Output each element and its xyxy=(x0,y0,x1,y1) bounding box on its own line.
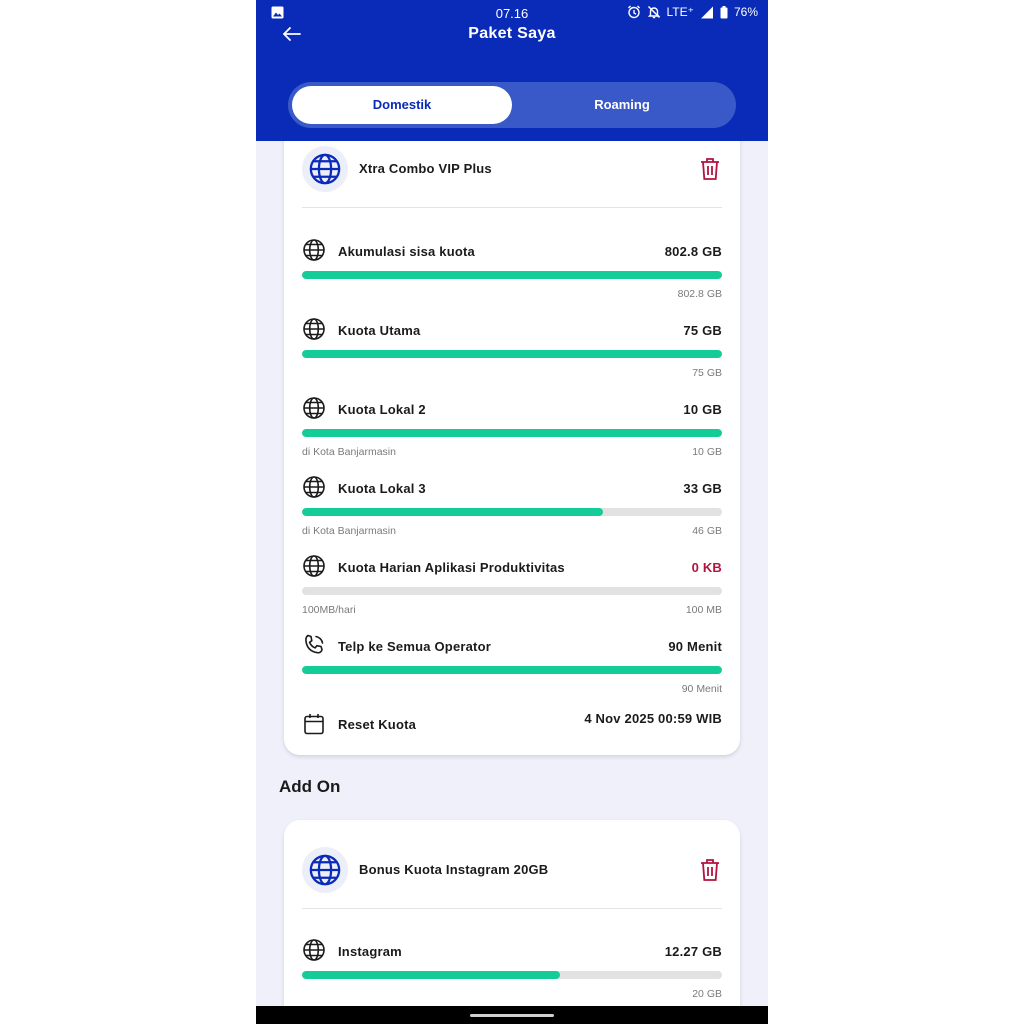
network-type: LTE⁺ xyxy=(666,5,694,19)
quota-note: 100MB/hari xyxy=(302,604,356,616)
addon-heading: Add On xyxy=(279,777,341,796)
quota-progress-fill xyxy=(302,971,560,979)
calendar-icon xyxy=(304,714,324,735)
package-name: Xtra Combo VIP Plus xyxy=(359,161,492,176)
quota-row: Instagram 12.27 GB 20 GB xyxy=(302,938,722,1000)
quota-progress-bar xyxy=(302,429,722,437)
quota-progress-fill xyxy=(302,350,722,358)
globe-icon xyxy=(303,555,325,577)
signal-icon xyxy=(700,6,713,18)
quota-row: Kuota Lokal 2 10 GB di Kota Banjarmasin … xyxy=(302,396,722,458)
quota-remaining: 10 GB xyxy=(683,402,722,417)
divider xyxy=(302,207,722,208)
phone-screen: Xtra Combo VIP Plus Akumulasi sisa kuota… xyxy=(256,0,768,1024)
tab-roaming[interactable]: Roaming xyxy=(512,86,732,124)
quota-total: 20 GB xyxy=(692,988,722,1000)
quota-progress-bar xyxy=(302,508,722,516)
reset-row: Reset Kuota 4 Nov 2025 00:59 WIB xyxy=(302,711,722,738)
quota-row: Kuota Lokal 3 33 GB di Kota Banjarmasin … xyxy=(302,475,722,537)
quota-progress-fill xyxy=(302,429,722,437)
quota-row: Akumulasi sisa kuota 802.8 GB 802.8 GB xyxy=(302,238,722,300)
quota-progress-bar xyxy=(302,971,722,979)
quota-remaining: 802.8 GB xyxy=(664,244,722,259)
quota-note: di Kota Banjarmasin xyxy=(302,446,396,458)
quota-total: 75 GB xyxy=(692,367,722,379)
quota-label: Kuota Utama xyxy=(338,323,421,338)
globe-icon xyxy=(303,318,325,340)
package-name: Bonus Kuota Instagram 20GB xyxy=(359,862,549,877)
alarm-icon xyxy=(627,5,640,19)
quota-label: Instagram xyxy=(338,944,402,959)
status-icons: LTE⁺ 76% xyxy=(627,5,758,19)
home-gesture-handle[interactable] xyxy=(470,1014,554,1017)
quota-total: 802.8 GB xyxy=(677,288,722,300)
mute-icon xyxy=(647,6,660,19)
addon-package-card: Bonus Kuota Instagram 20GB Instagram 12.… xyxy=(284,820,740,1024)
battery-level: 76% xyxy=(733,5,758,19)
package-header: Xtra Combo VIP Plus xyxy=(302,146,722,192)
globe-icon xyxy=(303,239,325,261)
quota-remaining: 90 Menit xyxy=(668,639,722,654)
quota-row: Telp ke Semua Operator 90 Menit 90 Menit xyxy=(302,633,722,695)
quota-remaining: 33 GB xyxy=(683,481,722,496)
quota-progress-bar xyxy=(302,666,722,674)
battery-icon xyxy=(720,5,728,18)
package-globe-icon xyxy=(302,847,348,893)
main-package-card: Xtra Combo VIP Plus Akumulasi sisa kuota… xyxy=(284,100,740,755)
system-nav-bar xyxy=(256,1006,768,1024)
quota-progress-bar xyxy=(302,350,722,358)
quota-remaining: 12.27 GB xyxy=(664,944,722,959)
quota-progress-fill xyxy=(302,271,722,279)
package-globe-icon xyxy=(302,146,348,192)
divider xyxy=(302,908,722,909)
title-row: Paket Saya xyxy=(256,22,768,46)
quota-remaining: 75 GB xyxy=(683,323,722,338)
quota-remaining: 0 KB xyxy=(691,560,722,575)
app-header: 07.16 LTE⁺ 76% Paket Saya Domestik Roami… xyxy=(256,0,768,141)
quota-label: Kuota Lokal 2 xyxy=(338,402,426,417)
quota-label: Kuota Harian Aplikasi Produktivitas xyxy=(338,560,565,575)
delete-package-icon[interactable] xyxy=(698,857,722,883)
globe-icon xyxy=(303,939,325,961)
quota-label: Akumulasi sisa kuota xyxy=(338,244,475,259)
page-title: Paket Saya xyxy=(468,25,556,42)
quota-progress-bar xyxy=(302,271,722,279)
globe-icon xyxy=(303,397,325,419)
package-header: Bonus Kuota Instagram 20GB xyxy=(302,847,722,893)
quota-progress-bar xyxy=(302,587,722,595)
quota-total: 90 Menit xyxy=(681,683,722,695)
tab-switcher: Domestik Roaming xyxy=(288,82,736,128)
quota-row: Kuota Utama 75 GB 75 GB xyxy=(302,317,722,379)
quota-total: 46 GB xyxy=(692,525,722,537)
quota-row: Kuota Harian Aplikasi Produktivitas 0 KB… xyxy=(302,554,722,616)
quota-total: 10 GB xyxy=(692,446,722,458)
quota-progress-fill xyxy=(302,508,604,516)
reset-label: Reset Kuota xyxy=(338,717,417,732)
quota-progress-fill xyxy=(302,666,722,674)
tab-domestik[interactable]: Domestik xyxy=(292,86,512,124)
phone-icon xyxy=(305,634,324,654)
quota-note: di Kota Banjarmasin xyxy=(302,525,396,537)
quota-total: 100 MB xyxy=(685,604,722,616)
quota-label: Kuota Lokal 3 xyxy=(338,481,426,496)
reset-datetime: 4 Nov 2025 00:59 WIB xyxy=(584,711,722,726)
delete-package-icon[interactable] xyxy=(698,156,722,182)
quota-label: Telp ke Semua Operator xyxy=(338,639,491,654)
globe-icon xyxy=(303,476,325,498)
